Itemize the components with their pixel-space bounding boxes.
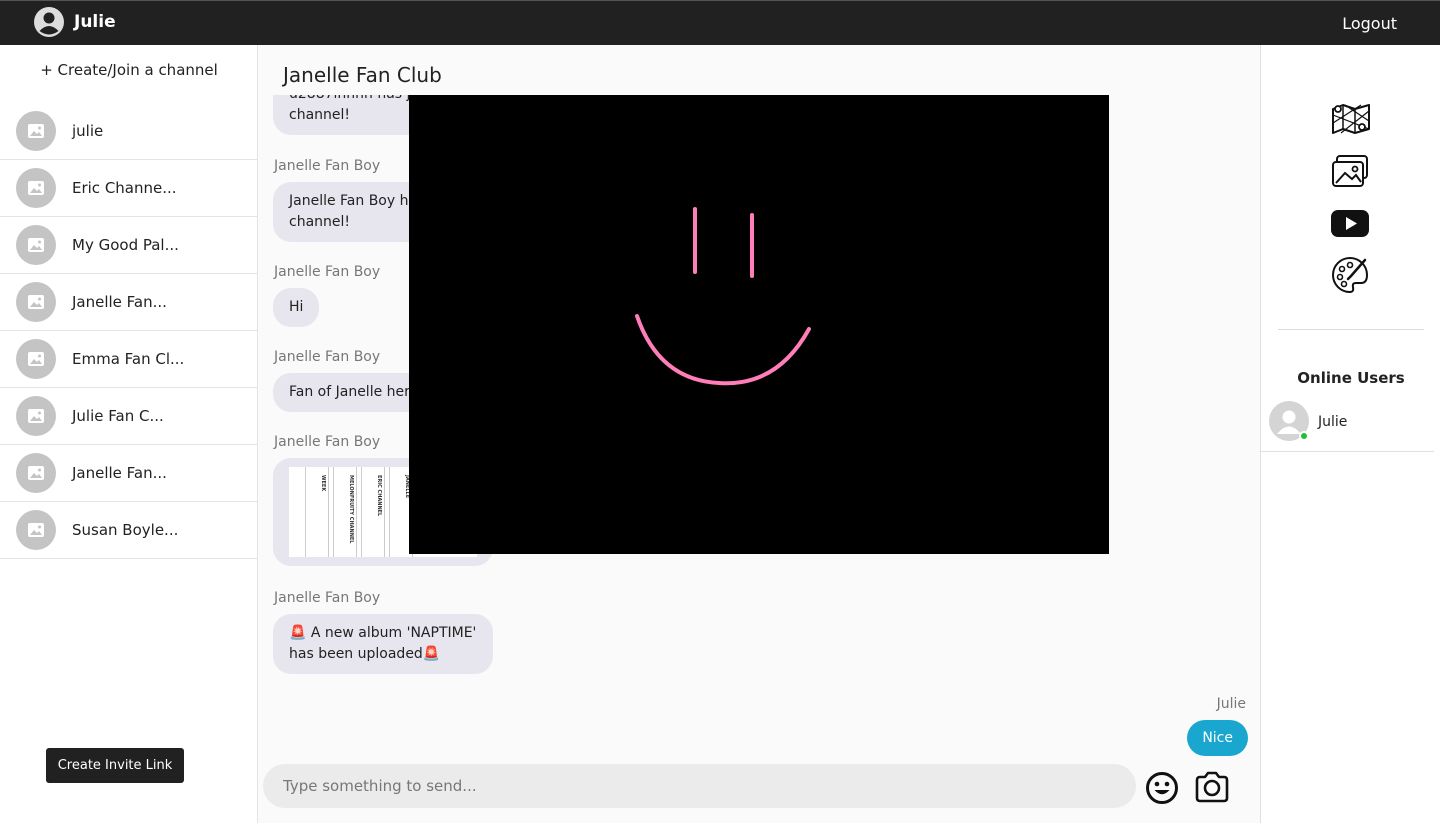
channel-image-placeholder-icon [16, 225, 56, 265]
palette-icon[interactable] [1331, 256, 1369, 294]
channel-image-placeholder-icon [16, 396, 56, 436]
current-user-name: Julie [74, 12, 116, 32]
create-join-channel-button[interactable]: + Create/Join a channel [0, 61, 258, 79]
message-line: channel! [289, 107, 351, 123]
image-column-label: WEEK [320, 475, 326, 492]
emoji-icon[interactable] [1145, 771, 1179, 805]
message-text: Hi [289, 299, 304, 315]
channel-name: Eric Channe... [72, 179, 177, 197]
channel-name: Janelle Fan... [72, 464, 167, 482]
image-column-label: MELONFRUITY CHANNEL [348, 475, 354, 544]
tools-panel: Online Users Julie [1260, 45, 1440, 823]
online-user-item[interactable]: Julie [1261, 397, 1434, 452]
channel-name: Susan Boyle... [72, 521, 179, 539]
message-input[interactable] [263, 764, 1136, 808]
message-sender: Janelle Fan Boy [274, 434, 381, 450]
user-avatar-icon[interactable] [34, 7, 64, 37]
channel-image-placeholder-icon [16, 168, 56, 208]
drawing-canvas[interactable] [409, 95, 1109, 554]
channel-item[interactable]: Janelle Fan... [0, 445, 258, 502]
channel-name: Emma Fan Cl... [72, 350, 185, 368]
online-status-dot [1299, 431, 1309, 441]
create-invite-link-button[interactable]: Create Invite Link [46, 748, 184, 783]
logout-button[interactable]: Logout [1342, 14, 1397, 33]
message-line: 🚨 A new album 'NAPTIME' [289, 625, 477, 641]
my-message-bubble: Nice [1187, 720, 1248, 756]
channel-item[interactable]: julie [0, 103, 258, 160]
message-sender: Janelle Fan Boy [274, 158, 381, 174]
channel-image-placeholder-icon [16, 111, 56, 151]
online-users-title: Online Users [1297, 369, 1405, 387]
channel-image-placeholder-icon [16, 339, 56, 379]
message-sender: Janelle Fan Boy [274, 349, 381, 365]
channel-item[interactable]: Emma Fan Cl... [0, 331, 258, 388]
channel-name: My Good Pal... [72, 236, 179, 254]
message-line: channel! [289, 214, 351, 230]
channel-name: Julie Fan C... [72, 407, 164, 425]
channel-item[interactable]: Julie Fan C... [0, 388, 258, 445]
channel-item[interactable]: Eric Channe... [0, 160, 258, 217]
channel-title: Janelle Fan Club [283, 63, 442, 87]
youtube-icon[interactable] [1331, 210, 1369, 237]
channel-image-placeholder-icon [16, 282, 56, 322]
online-user-name: Julie [1318, 414, 1348, 430]
image-column-label: ERIC CHANNEL [376, 475, 382, 517]
channel-image-placeholder-icon [16, 510, 56, 550]
my-message-sender: Julie [1216, 696, 1246, 712]
channel-item[interactable]: Janelle Fan... [0, 274, 258, 331]
channel-item[interactable]: My Good Pal... [0, 217, 258, 274]
top-bar: Julie Logout [0, 0, 1440, 45]
panel-divider [1278, 329, 1424, 330]
message-line: Janelle Fan Boy has [289, 193, 425, 209]
channel-image-placeholder-icon [16, 453, 56, 493]
message-bubble: 🚨 A new album 'NAPTIME' has been uploade… [273, 614, 493, 674]
drawn-stroke [635, 314, 811, 386]
message-sender: Janelle Fan Boy [274, 264, 381, 280]
channel-item[interactable]: Susan Boyle... [0, 502, 258, 559]
channel-list: julie Eric Channe... My Good Pal... Jane… [0, 103, 258, 559]
channel-name: Janelle Fan... [72, 293, 167, 311]
channel-sidebar: + Create/Join a channel julie Eric Chann… [0, 45, 258, 823]
message-bubble: Hi [273, 288, 320, 327]
message-line: has been uploaded🚨 [289, 646, 441, 662]
camera-icon[interactable] [1194, 770, 1230, 804]
message-line: u2887ihhhh has jo [289, 95, 419, 105]
message-sender: Janelle Fan Boy [274, 590, 381, 606]
map-icon[interactable] [1331, 101, 1371, 135]
photo-gallery-icon[interactable] [1331, 154, 1369, 188]
channel-name: julie [72, 122, 104, 140]
message-text: Fan of Janelle here [289, 384, 419, 400]
